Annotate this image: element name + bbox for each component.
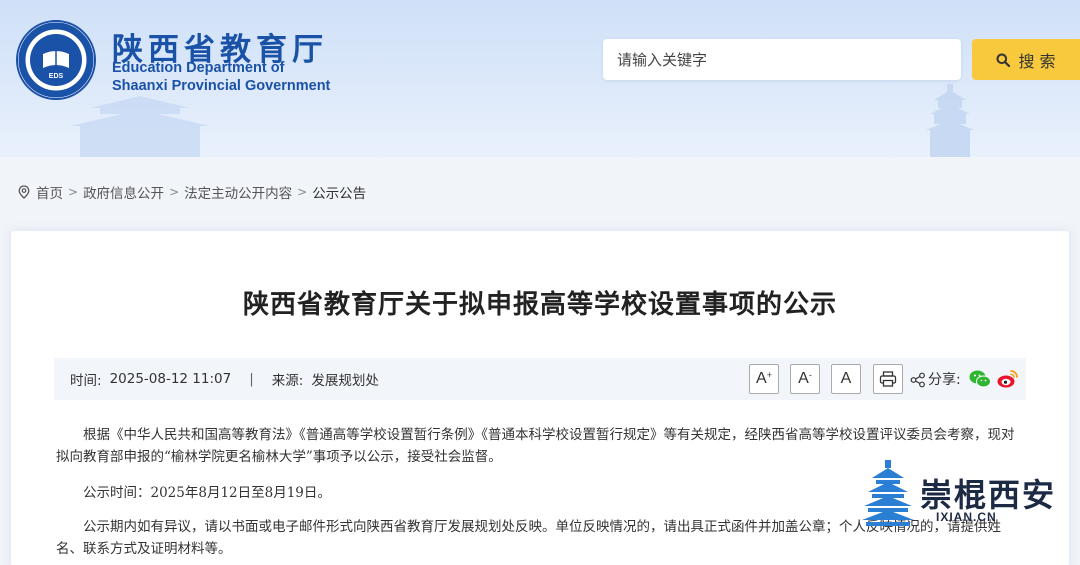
- breadcrumb-separator: >: [169, 185, 180, 199]
- publish-time: 2025-08-12 11:07: [109, 371, 232, 387]
- breadcrumb-statutory-disclosure[interactable]: 法定主动公开内容: [184, 182, 292, 202]
- print-button[interactable]: [873, 364, 903, 394]
- pagoda-illustration: [926, 84, 974, 157]
- breadcrumb-current[interactable]: 公示公告: [312, 182, 366, 202]
- share-icon: [910, 372, 925, 388]
- article-meta: 时间: 2025-08-12 11:07 | 来源: 发展规划处: [70, 358, 379, 400]
- breadcrumb: 首页 > 政府信息公开 > 法定主动公开内容 > 公示公告: [18, 182, 366, 202]
- share-label: 分享:: [928, 372, 961, 388]
- site-title-english-line1: Education Department of: [112, 60, 285, 76]
- meta-divider: |: [249, 371, 254, 387]
- breadcrumb-government-info[interactable]: 政府信息公开: [83, 182, 164, 202]
- weibo-icon[interactable]: [996, 367, 1020, 391]
- site-header: EDS 陕西省教育厅 Education Department of Shaan…: [0, 0, 1080, 157]
- source-value: 发展规划处: [311, 373, 379, 389]
- breadcrumb-separator: >: [297, 185, 308, 199]
- breadcrumb-separator: >: [68, 185, 79, 199]
- search-button-label: 搜 索: [1018, 51, 1056, 71]
- search-button[interactable]: 搜 索: [972, 39, 1080, 80]
- wechat-icon[interactable]: [968, 367, 992, 391]
- time-label: 时间:: [70, 373, 102, 389]
- article-title: 陕西省教育厅关于拟申报高等学校设置事项的公示: [242, 290, 837, 320]
- watermark-url: IXIAN.CN: [936, 510, 997, 524]
- font-size-increase-button[interactable]: A +: [749, 364, 779, 394]
- emblem-text: EDS: [49, 73, 64, 80]
- printer-icon: [879, 371, 897, 387]
- city-wall-illustration: [70, 96, 210, 157]
- watermark-pagoda-icon: [862, 460, 914, 526]
- font-size-decrease-button[interactable]: A-: [790, 364, 820, 394]
- search-input[interactable]: [603, 39, 961, 80]
- breadcrumb-home[interactable]: 首页: [36, 182, 63, 202]
- site-title-english-line2: Shaanxi Provincial Government: [112, 78, 331, 94]
- source-label: 来源:: [271, 373, 304, 389]
- education-department-emblem-icon: EDS: [16, 20, 96, 100]
- search-icon: [996, 53, 1011, 67]
- location-pin-icon: [18, 185, 30, 199]
- font-size-reset-button[interactable]: A: [831, 364, 861, 394]
